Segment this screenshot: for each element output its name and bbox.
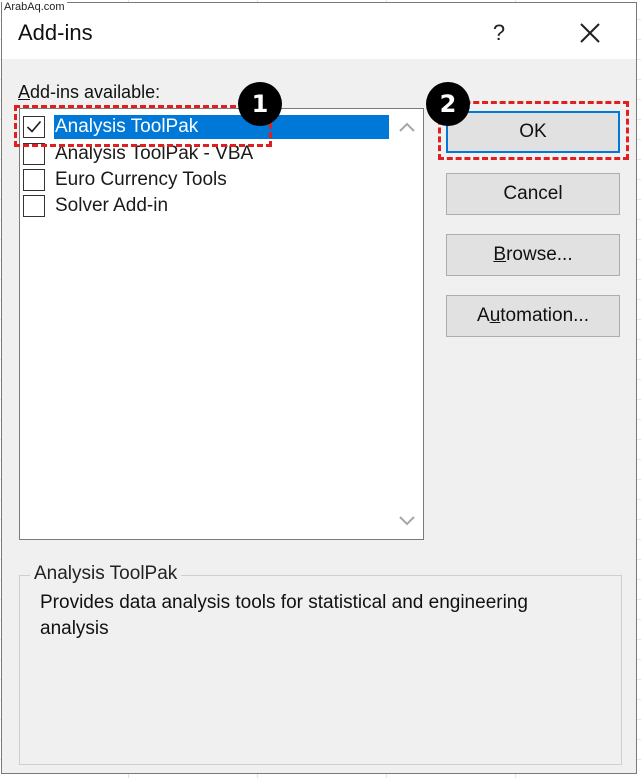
help-button[interactable]: ? — [484, 17, 514, 49]
callout-badge-1: 1 — [238, 82, 282, 126]
close-button[interactable] — [568, 15, 612, 53]
automation-button[interactable]: Automation... — [446, 295, 620, 337]
automation-mnemonic: u — [489, 305, 501, 326]
callout-badge-2: 2 — [426, 82, 470, 126]
description-group: Analysis ToolPak Provides data analysis … — [19, 562, 622, 765]
list-item-label: Solver Add-in — [55, 195, 169, 216]
browse-button[interactable]: Browse... — [446, 234, 620, 276]
description-title: Analysis ToolPak — [30, 562, 182, 586]
add-ins-available-label: Add-ins available: — [18, 81, 160, 103]
automation-label-rest: tomation... — [500, 305, 589, 326]
browse-label: rowse... — [506, 244, 573, 265]
list-scrollbar[interactable] — [391, 109, 423, 539]
description-text: Provides data analysis tools for statist… — [40, 592, 528, 639]
title-bar: Add-ins ? — [2, 3, 636, 59]
list-item-euro-currency-tools[interactable]: Euro Currency Tools — [23, 167, 389, 193]
label-mnemonic: A — [18, 82, 31, 102]
chevron-down-icon — [399, 516, 415, 526]
scroll-up-button[interactable] — [395, 117, 419, 139]
label-text: dd-ins available: — [30, 82, 161, 102]
checkbox-euro-currency-tools[interactable] — [23, 169, 45, 191]
browse-mnemonic: B — [493, 244, 507, 265]
chevron-up-icon — [399, 122, 415, 132]
callout-highlight-1 — [14, 105, 272, 147]
checkbox-solver-add-in[interactable] — [23, 195, 45, 217]
add-ins-listbox[interactable]: Analysis ToolPak Analysis ToolPak - VBA … — [19, 108, 424, 540]
cancel-button[interactable]: Cancel — [446, 173, 620, 215]
list-item-solver-add-in[interactable]: Solver Add-in — [23, 193, 389, 219]
list-item-label: Euro Currency Tools — [55, 169, 227, 190]
dialog-title: Add-ins — [18, 20, 93, 45]
close-icon — [580, 23, 600, 43]
automation-label-start: A — [477, 305, 490, 326]
watermark: ArabAq.com — [2, 1, 67, 14]
scroll-down-button[interactable] — [395, 509, 419, 531]
